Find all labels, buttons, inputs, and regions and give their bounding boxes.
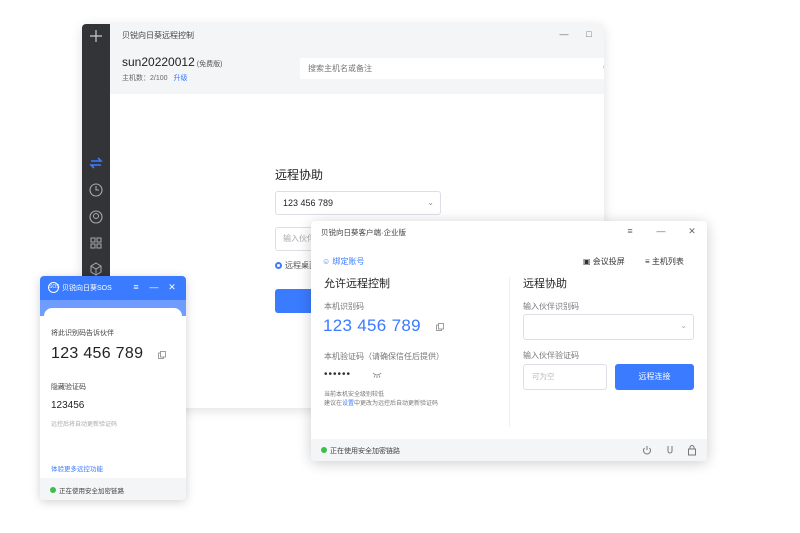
local-code-label: 本机验证码（请确保信任后提供） — [324, 352, 444, 361]
assist-title: 远程协助 — [523, 278, 567, 290]
close-button[interactable]: ✕ — [685, 225, 699, 237]
copy-icon[interactable] — [158, 351, 166, 359]
local-id-label: 本机识别码 — [324, 302, 364, 311]
partner-id-select[interactable]: 123 456 789 ⌄ — [275, 191, 441, 215]
usb-icon[interactable] — [665, 444, 675, 456]
client-footer: 正在使用安全加密链路 — [311, 439, 707, 461]
divider — [509, 277, 510, 427]
status-text: 正在使用安全加密链路 — [59, 488, 124, 495]
status-text: 正在使用安全加密链路 — [330, 448, 400, 455]
meeting-cast-text: 会议投屏 — [592, 257, 625, 266]
client-window: 贝锐向日葵客户端·企业版 ≡ — ✕ ☺ 绑定账号 ▣ 会议投屏 ≡ 主机列表 … — [311, 221, 707, 461]
secure-status: 正在使用安全加密链路 — [321, 446, 400, 456]
partner-code-input[interactable]: 可为空 — [523, 364, 607, 390]
host-list-text: 主机列表 — [651, 257, 684, 266]
security-suggestion: 建议在设置中更改为远控后自动更新验证码 — [324, 398, 438, 407]
search-icon[interactable] — [603, 62, 604, 74]
cube-icon[interactable] — [88, 261, 104, 277]
search-input[interactable] — [300, 58, 590, 79]
client-title: 贝锐向日葵客户端·企业版 — [321, 228, 406, 237]
partner-id-input[interactable]: ⌄ — [523, 314, 694, 340]
meeting-cast-link[interactable]: ▣ 会议投屏 — [583, 256, 625, 267]
allow-control-title: 允许远程控制 — [324, 278, 390, 290]
user-name[interactable]: sun20220012 (免费版) — [122, 55, 222, 69]
remote-icon[interactable] — [88, 209, 104, 225]
user-tag: (免费版) — [196, 61, 223, 68]
host-count-value: 2/100 — [150, 75, 168, 82]
host-list-link[interactable]: ≡ 主机列表 — [645, 256, 684, 267]
minimize-button[interactable]: — — [654, 225, 668, 237]
host-count-label: 主机数： — [122, 75, 150, 82]
menu-button[interactable]: ≡ — [130, 281, 142, 293]
sos-id-value: 123 456 789 — [51, 345, 144, 362]
local-code-value: •••••• — [324, 369, 352, 380]
code-hint: 远控后将自动更新验证码 — [51, 422, 118, 428]
sos-logo-icon: SOS — [48, 282, 60, 293]
security-note: 当前本机安全级别较低 — [324, 392, 385, 398]
user-icon: ☺ — [322, 257, 333, 266]
plus-icon[interactable] — [88, 28, 104, 44]
more-features-link[interactable]: 体验更多远控功能 — [51, 463, 103, 473]
partner-id-label: 输入伙伴识别码 — [523, 302, 579, 311]
radio-dot — [275, 262, 282, 269]
list-icon: ≡ — [645, 257, 652, 266]
hide-code-label[interactable]: 隐藏验证码 — [51, 382, 86, 392]
bind-account-link[interactable]: ☺ 绑定账号 — [322, 256, 364, 267]
partner-code-label: 输入伙伴验证码 — [523, 351, 579, 360]
search-box — [300, 58, 604, 79]
sos-footer: 正在使用安全加密链路 — [40, 478, 186, 500]
eye-closed-icon[interactable] — [372, 371, 382, 378]
sos-title: 贝锐向日葵SOS — [62, 285, 112, 292]
sos-code-value: 123456 — [51, 400, 85, 411]
sos-header: SOS 贝锐向日葵SOS ≡ — ✕ — [40, 276, 186, 300]
host-count: 主机数：2/100 升级 — [122, 73, 188, 83]
chevron-down-icon: ⌄ — [427, 198, 434, 207]
status-dot — [321, 447, 327, 453]
cast-icon: ▣ — [583, 257, 593, 266]
settings-link[interactable]: 设置 — [342, 401, 354, 407]
share-label: 将此识别码告诉伙伴 — [51, 330, 114, 337]
bind-account-text: 绑定账号 — [332, 257, 365, 266]
close-button[interactable]: ✕ — [166, 281, 178, 293]
minimize-button[interactable]: — — [557, 28, 571, 40]
status-dot — [50, 487, 56, 493]
assist-title: 远程协助 — [275, 168, 324, 182]
user-name-text: sun20220012 — [122, 55, 195, 69]
secure-status: 正在使用安全加密链路 — [50, 485, 124, 495]
maximize-button[interactable]: □ — [582, 28, 596, 40]
power-icon[interactable] — [642, 444, 652, 456]
sos-window: SOS 贝锐向日葵SOS ≡ — ✕ 将此识别码告诉伙伴 123 456 789… — [40, 276, 186, 500]
upgrade-link[interactable]: 升级 — [174, 75, 188, 82]
main-header: 贝锐向日葵远程控制 — □ ✕ sun20220012(免费版) 主机数：2/1… — [110, 24, 604, 94]
remote-connect-button[interactable]: 远程连接 — [615, 364, 694, 390]
history-icon[interactable] — [88, 182, 104, 198]
chevron-down-icon[interactable]: ⌄ — [680, 321, 687, 330]
partner-id-value: 123 456 789 — [283, 198, 334, 208]
suggestion-suffix: 中更改为远控后自动更新验证码 — [354, 401, 439, 407]
apps-icon[interactable] — [88, 235, 104, 251]
menu-button[interactable]: ≡ — [623, 225, 637, 237]
window-title: 贝锐向日葵远程控制 — [122, 31, 194, 40]
transfer-icon[interactable] — [88, 155, 104, 171]
local-id-value: 123 456 789 — [323, 316, 421, 335]
suggestion-prefix: 建议在 — [324, 401, 343, 407]
lock-icon[interactable] — [687, 444, 697, 456]
minimize-button[interactable]: — — [148, 281, 160, 293]
copy-icon[interactable] — [436, 323, 444, 331]
